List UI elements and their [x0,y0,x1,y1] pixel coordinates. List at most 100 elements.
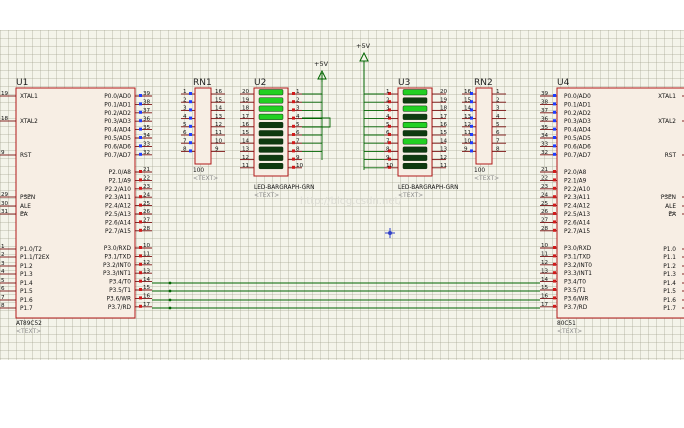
resistor-network-rn1-value: 100 [193,168,204,174]
pin-name: P3.3/INT1 [564,271,592,277]
pin-name: P2.6/A14 [564,220,590,226]
pin-name: P1.3 [663,272,676,278]
mcu-u1-text-tag: <TEXT> [16,328,41,335]
pin-name: P1.7 [20,306,33,312]
pin-number: 28 [541,226,549,232]
resistor-network-rn2-body[interactable] [475,87,493,165]
pin-name: P3.7/RD [564,305,588,311]
wire[interactable] [302,117,331,128]
pin-number: 12 [143,260,150,266]
pin-number: 11 [440,163,448,169]
pin-number: 18 [242,106,250,112]
pin-state-icon [553,110,556,114]
pin-number: 1 [386,89,390,95]
pin-state-icon [292,92,295,95]
pin-number: 15 [143,285,151,291]
pin-number: 10 [143,243,151,249]
pin-state-icon [139,228,142,232]
crosshair-marker-icon[interactable] [385,228,395,238]
mcu-u1-part: AT89C52 [16,321,42,327]
led-bargraph-u2-text-tag: <TEXT> [254,192,279,199]
mcu-u4-text-tag: <TEXT> [557,328,582,335]
pin-number: 18 [440,106,448,112]
wire-junction [168,306,172,310]
mcu-u1[interactable]: U1AT89C52<TEXT>19 XTAL118 XTAL29 RST29 PSEN3… [0,78,152,335]
pin-number: 13 [440,147,448,153]
pin-name: P3.1/TXD [104,254,131,260]
led-segment [258,163,284,170]
led-bargraph-u2[interactable]: U2LED-BARGRAPH-GRN<TEXT>20 119 218 317 416 51… [240,78,314,199]
mcu-u4[interactable]: U4 80C51<TEXT> 39 P0.0/AD0 38 P0.1/AD1 37 P0.2/… [540,78,684,335]
pin-name: PSEN [20,195,35,201]
pin-number: 11 [242,163,250,169]
pin-state-icon [553,94,556,97]
pin-number: 8 [496,147,500,153]
pin-number: 5 [386,122,390,128]
pin-name: P0.0/AD0 [564,94,591,100]
led-segment [402,146,428,153]
pin-number: 12 [215,122,222,128]
pin-number: 34 [143,133,151,139]
resistor-network-rn1-body[interactable] [194,87,212,165]
pin-number: 36 [541,116,549,122]
wire[interactable] [302,82,323,95]
pin-name: XTAL2 [20,119,38,125]
power-terminal-right[interactable]: +5V [356,42,371,92]
led-bargraph-u3[interactable]: U3 LED-BARGRAPH-GRN<TEXT> 1 20 2 19 3 18 4 17 5 16 6… [384,78,458,199]
pin-state-icon [189,108,192,112]
pin-name: P1.0/T2 [20,247,42,253]
pin-number: 2 [496,97,500,103]
pin-number: 3 [296,106,300,112]
pin-number: 5 [496,122,500,128]
pin-number: 12 [541,260,548,266]
led-segment [402,97,428,104]
pin-number: 19 [1,91,9,97]
pin-state-icon [553,246,556,249]
pin-number: 38 [541,100,549,106]
power-terminal-left[interactable]: +5V [314,60,329,82]
mcu-u4-part: 80C51 [557,321,576,327]
pin-state-icon [189,100,192,104]
pin-state-icon [139,254,142,258]
pin-number: 15 [464,97,472,103]
pin-number: 13 [464,114,472,120]
pin-name: P3.4/T0 [109,280,131,286]
pin-state-icon [139,304,142,308]
pin-number: 18 [1,116,9,122]
pin-number: 9 [386,155,390,161]
pin-number: 16 [215,89,223,95]
pin-name: P0.3/AD3 [564,119,591,125]
schematic-canvas[interactable]: U1AT89C52<TEXT>19 XTAL118 XTAL29 RST29 PSEN3… [0,0,684,428]
pin-number: 33 [143,142,151,148]
resistor-network-rn1[interactable]: RN1 100<TEXT> 1 16 2 15 3 14 4 13 5 12 6 11 7 10 8 9 [181,78,225,182]
pin-number: 3 [496,106,500,112]
pin-number: 8 [183,147,187,153]
pin-number: 4 [496,114,500,120]
pin-state-icon [139,288,142,291]
resistor-network-rn2[interactable]: RN2 100<TEXT> 16 1 15 2 14 3 13 4 12 5 11 6 10 7 9 8 [462,78,506,182]
pin-number: 10 [464,138,472,144]
pin-number: 8 [386,147,390,153]
pin-number: 26 [143,209,151,215]
pin-name: P3.5/T1 [564,288,586,294]
pin-name: P2.0/A8 [564,170,587,176]
pin-state-icon [189,133,192,136]
pin-name: P0.5/AD5 [104,136,131,142]
pin-number: 29 [1,192,9,198]
led-segment [258,154,284,161]
resistor-network-rn2-ref: RN2 [474,78,493,88]
pin-name: P3.5/T1 [109,288,131,294]
led-segment [258,138,284,145]
pin-number: 16 [440,122,448,128]
pin-number: 5 [1,278,5,284]
pin-state-icon [553,304,556,308]
pin-name: P3.7/RD [108,305,132,311]
pin-number: 32 [541,150,548,156]
pin-number: 1 [183,89,187,95]
pin-number: 24 [143,192,151,198]
pin-number: 15 [440,130,448,136]
pin-number: 14 [541,277,549,283]
pin-name: P2.2/A10 [105,187,131,193]
pin-name: P2.5/A13 [564,212,590,218]
pin-state-icon [292,133,295,136]
